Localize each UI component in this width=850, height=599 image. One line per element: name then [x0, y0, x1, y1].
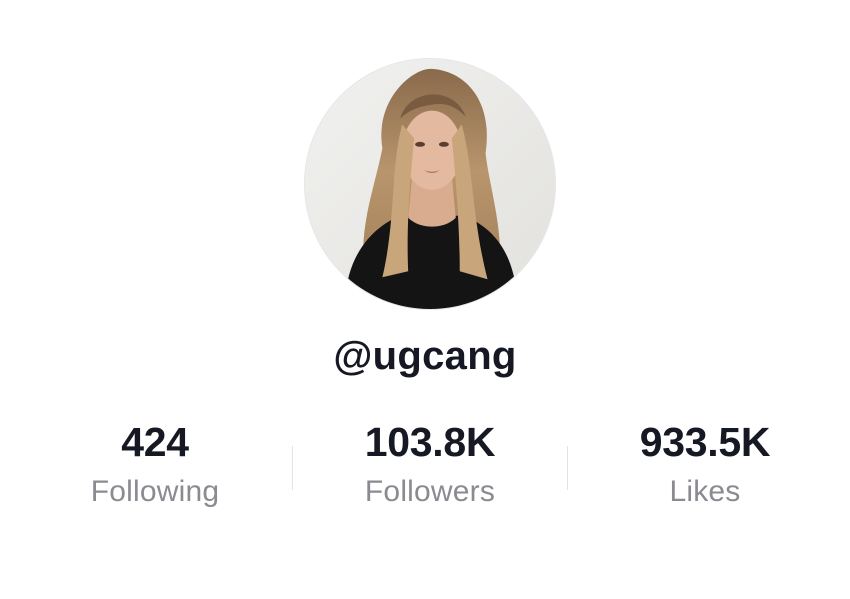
stats-row: 424 Following 103.8K Followers 933.5K Li…: [18, 416, 842, 526]
stat-followers[interactable]: 103.8K Followers: [293, 416, 567, 512]
followers-count: 103.8K: [364, 419, 496, 465]
likes-label: Likes: [669, 475, 741, 508]
following-label: Following: [90, 475, 220, 508]
stat-likes[interactable]: 933.5K Likes: [568, 416, 842, 512]
likes-count: 933.5K: [639, 419, 771, 465]
following-count: 424: [121, 419, 189, 465]
followers-label: Followers: [364, 475, 496, 508]
profile-photo-icon: [305, 59, 555, 309]
stat-following[interactable]: 424 Following: [18, 416, 292, 512]
avatar[interactable]: [304, 58, 556, 310]
username: @ugcang: [333, 334, 517, 378]
